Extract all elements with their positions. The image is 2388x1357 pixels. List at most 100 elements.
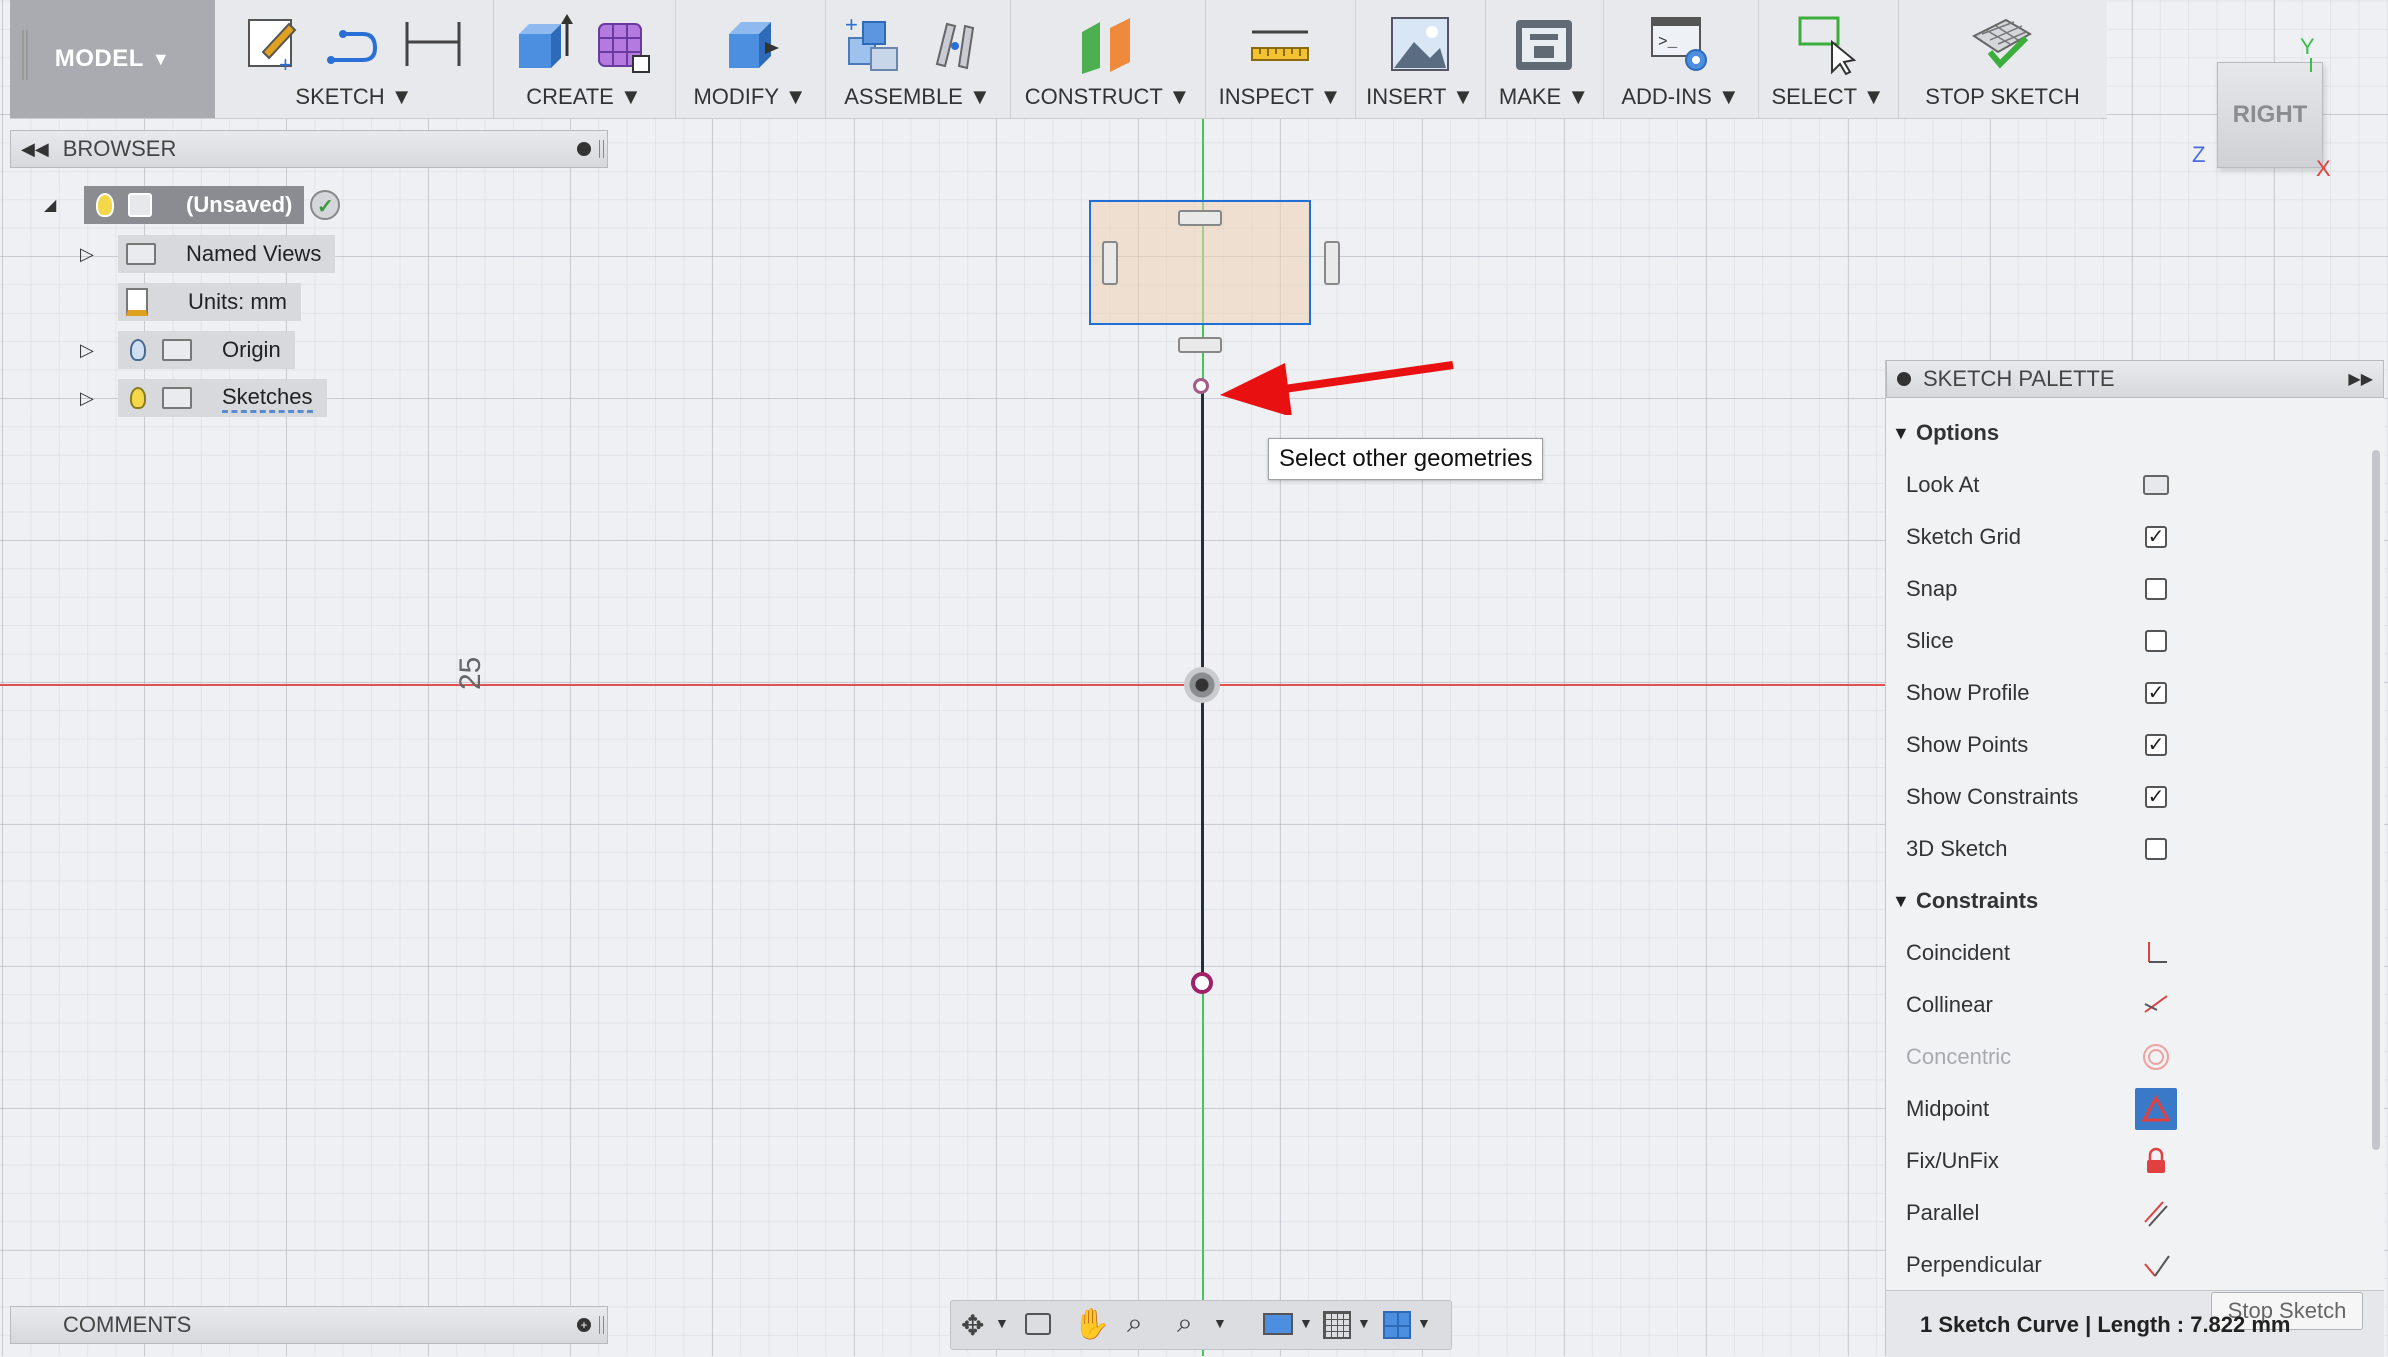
sketches-node[interactable]: Sketches <box>118 379 327 417</box>
constraint-coincident[interactable]: Coincident <box>1886 927 2356 979</box>
addins-menu[interactable]: ADD-INS ▼ <box>1603 84 1758 110</box>
inspect-menu[interactable]: INSPECT ▼ <box>1205 84 1355 110</box>
constraint-parallel[interactable]: Parallel <box>1886 1187 2356 1239</box>
dimension-icon[interactable] <box>401 12 465 76</box>
insert-menu[interactable]: INSERT ▼ <box>1355 84 1485 110</box>
collinear-icon[interactable] <box>2141 990 2171 1020</box>
browser-item-sketches[interactable]: ▷ Sketches <box>80 379 327 417</box>
dimension-text[interactable]: 25 <box>454 657 488 690</box>
snap-checkbox[interactable] <box>2141 574 2171 604</box>
panel-resize-handle[interactable] <box>599 1316 604 1334</box>
constraint-perpendicular[interactable]: Perpendicular <box>1886 1239 2356 1291</box>
sketch-menu[interactable]: SKETCH ▼ <box>215 84 493 110</box>
section-collapse-icon[interactable]: ▼ <box>1892 423 1910 444</box>
offset-plane-icon[interactable] <box>1076 12 1140 76</box>
chevron-down-icon[interactable]: ▼ <box>1299 1315 1313 1331</box>
joint-icon[interactable] <box>923 12 987 76</box>
sketch-point-top[interactable] <box>1193 378 1209 394</box>
display-settings-icon[interactable] <box>1263 1313 1293 1335</box>
construct-menu[interactable]: CONSTRUCT ▼ <box>1010 84 1205 110</box>
browser-root-row[interactable]: ◢ (Unsaved) ✓ <box>44 186 341 224</box>
line-icon[interactable] <box>323 12 387 76</box>
stop-sketch-button[interactable]: STOP SKETCH <box>1898 84 2107 110</box>
browser-item-units[interactable]: Units: mm <box>118 283 301 321</box>
parallel-icon[interactable] <box>2141 1198 2171 1228</box>
browser-header[interactable]: ◀◀ BROWSER <box>10 130 608 168</box>
3d-sketch-checkbox[interactable] <box>2141 834 2171 864</box>
chevron-down-icon[interactable]: ▼ <box>1417 1315 1431 1331</box>
orbit-icon[interactable]: ✥ <box>961 1309 984 1342</box>
measure-icon[interactable] <box>1248 12 1312 76</box>
option-look-at[interactable]: Look At <box>1886 459 2356 511</box>
window-select-icon[interactable] <box>1796 12 1860 76</box>
constraint-collinear[interactable]: Collinear <box>1886 979 2356 1031</box>
option-show-profile[interactable]: Show Profile ✓ <box>1886 667 2356 719</box>
show-profile-checkbox[interactable]: ✓ <box>2141 678 2171 708</box>
chevron-down-icon[interactable]: ▼ <box>1357 1315 1371 1331</box>
expand-triangle-icon[interactable]: ▷ <box>80 244 118 265</box>
lightbulb-icon[interactable] <box>96 193 114 217</box>
viewcube-face-label[interactable]: RIGHT <box>2233 101 2308 129</box>
constraint-midpoint[interactable]: Midpoint <box>1886 1083 2356 1135</box>
assemble-menu[interactable]: ASSEMBLE ▼ <box>825 84 1010 110</box>
option-snap[interactable]: Snap <box>1886 563 2356 615</box>
viewports-icon[interactable] <box>1383 1311 1411 1339</box>
browser-item-named-views[interactable]: ▷ Named Views <box>80 235 336 273</box>
text-handle-top[interactable] <box>1178 210 1222 226</box>
option-3d-sketch[interactable]: 3D Sketch <box>1886 823 2356 875</box>
lock-icon[interactable] <box>2141 1146 2171 1176</box>
section-collapse-icon[interactable]: ▼ <box>1892 891 1910 912</box>
palette-header[interactable]: SKETCH PALETTE ▶▶ <box>1886 360 2384 398</box>
form-icon[interactable] <box>591 12 655 76</box>
palette-pin-icon[interactable] <box>1897 372 1911 386</box>
create-sketch-icon[interactable]: + <box>243 12 307 76</box>
stop-sketch-icon[interactable] <box>1970 12 2034 76</box>
expand-triangle-icon[interactable]: ▷ <box>80 340 118 361</box>
look-at-nav-icon[interactable] <box>1025 1313 1051 1335</box>
sketch-point-bottom[interactable] <box>1191 972 1213 994</box>
workspace-dropdown[interactable]: MODEL ▼ <box>10 0 215 118</box>
pan-hand-icon[interactable]: ✋ <box>1073 1307 1110 1342</box>
constraint-fix-unfix[interactable]: Fix/UnFix <box>1886 1135 2356 1187</box>
select-menu[interactable]: SELECT ▼ <box>1758 84 1898 110</box>
zoom-window-icon[interactable]: ⌕ <box>1127 1307 1143 1340</box>
root-node[interactable]: (Unsaved) <box>84 186 305 224</box>
panel-pin-icon[interactable] <box>577 142 591 156</box>
show-points-checkbox[interactable]: ✓ <box>2141 730 2171 760</box>
sketch-grid-checkbox[interactable]: ✓ <box>2141 522 2171 552</box>
options-section-header[interactable]: ▼ Options <box>1886 407 2356 459</box>
insert-image-icon[interactable] <box>1388 12 1452 76</box>
midpoint-icon[interactable] <box>2135 1088 2177 1130</box>
comments-header[interactable]: COMMENTS + <box>10 1306 608 1344</box>
chevron-down-icon[interactable]: ▼ <box>1213 1315 1227 1331</box>
show-constraints-checkbox[interactable]: ✓ <box>2141 782 2171 812</box>
option-show-points[interactable]: Show Points ✓ <box>1886 719 2356 771</box>
palette-scrollbar[interactable] <box>2372 450 2380 1150</box>
collapse-panel-icon[interactable]: ◀◀ <box>21 139 49 160</box>
panel-resize-handle[interactable] <box>599 140 604 158</box>
lightbulb-icon[interactable] <box>130 339 146 361</box>
named-views-node[interactable]: Named Views <box>118 235 336 273</box>
expand-palette-icon[interactable]: ▶▶ <box>2348 369 2373 389</box>
grid-settings-icon[interactable] <box>1323 1311 1351 1339</box>
make-menu[interactable]: MAKE ▼ <box>1485 84 1603 110</box>
modify-menu[interactable]: MODIFY ▼ <box>675 84 825 110</box>
origin-point[interactable] <box>1184 667 1220 703</box>
new-component-icon[interactable]: + <box>841 12 905 76</box>
origin-node[interactable]: Origin <box>118 331 295 369</box>
option-show-constraints[interactable]: Show Constraints ✓ <box>1886 771 2356 823</box>
option-sketch-grid[interactable]: Sketch Grid ✓ <box>1886 511 2356 563</box>
units-node[interactable]: Units: mm <box>118 283 301 321</box>
scripts-addins-icon[interactable]: >_ <box>1648 12 1712 76</box>
zoom-icon[interactable]: ⌕ <box>1177 1307 1193 1340</box>
chevron-down-icon[interactable]: ▼ <box>995 1315 1009 1331</box>
press-pull-icon[interactable] <box>719 12 783 76</box>
perpendicular-icon[interactable] <box>2141 1250 2171 1280</box>
viewcube[interactable]: RIGHT <box>2217 62 2323 168</box>
look-at-icon[interactable] <box>2141 470 2171 500</box>
text-handle-right[interactable] <box>1324 241 1340 285</box>
text-handle-left[interactable] <box>1102 241 1118 285</box>
lightbulb-icon[interactable] <box>130 387 146 409</box>
slice-checkbox[interactable] <box>2141 626 2171 656</box>
extrude-icon[interactable] <box>511 12 575 76</box>
